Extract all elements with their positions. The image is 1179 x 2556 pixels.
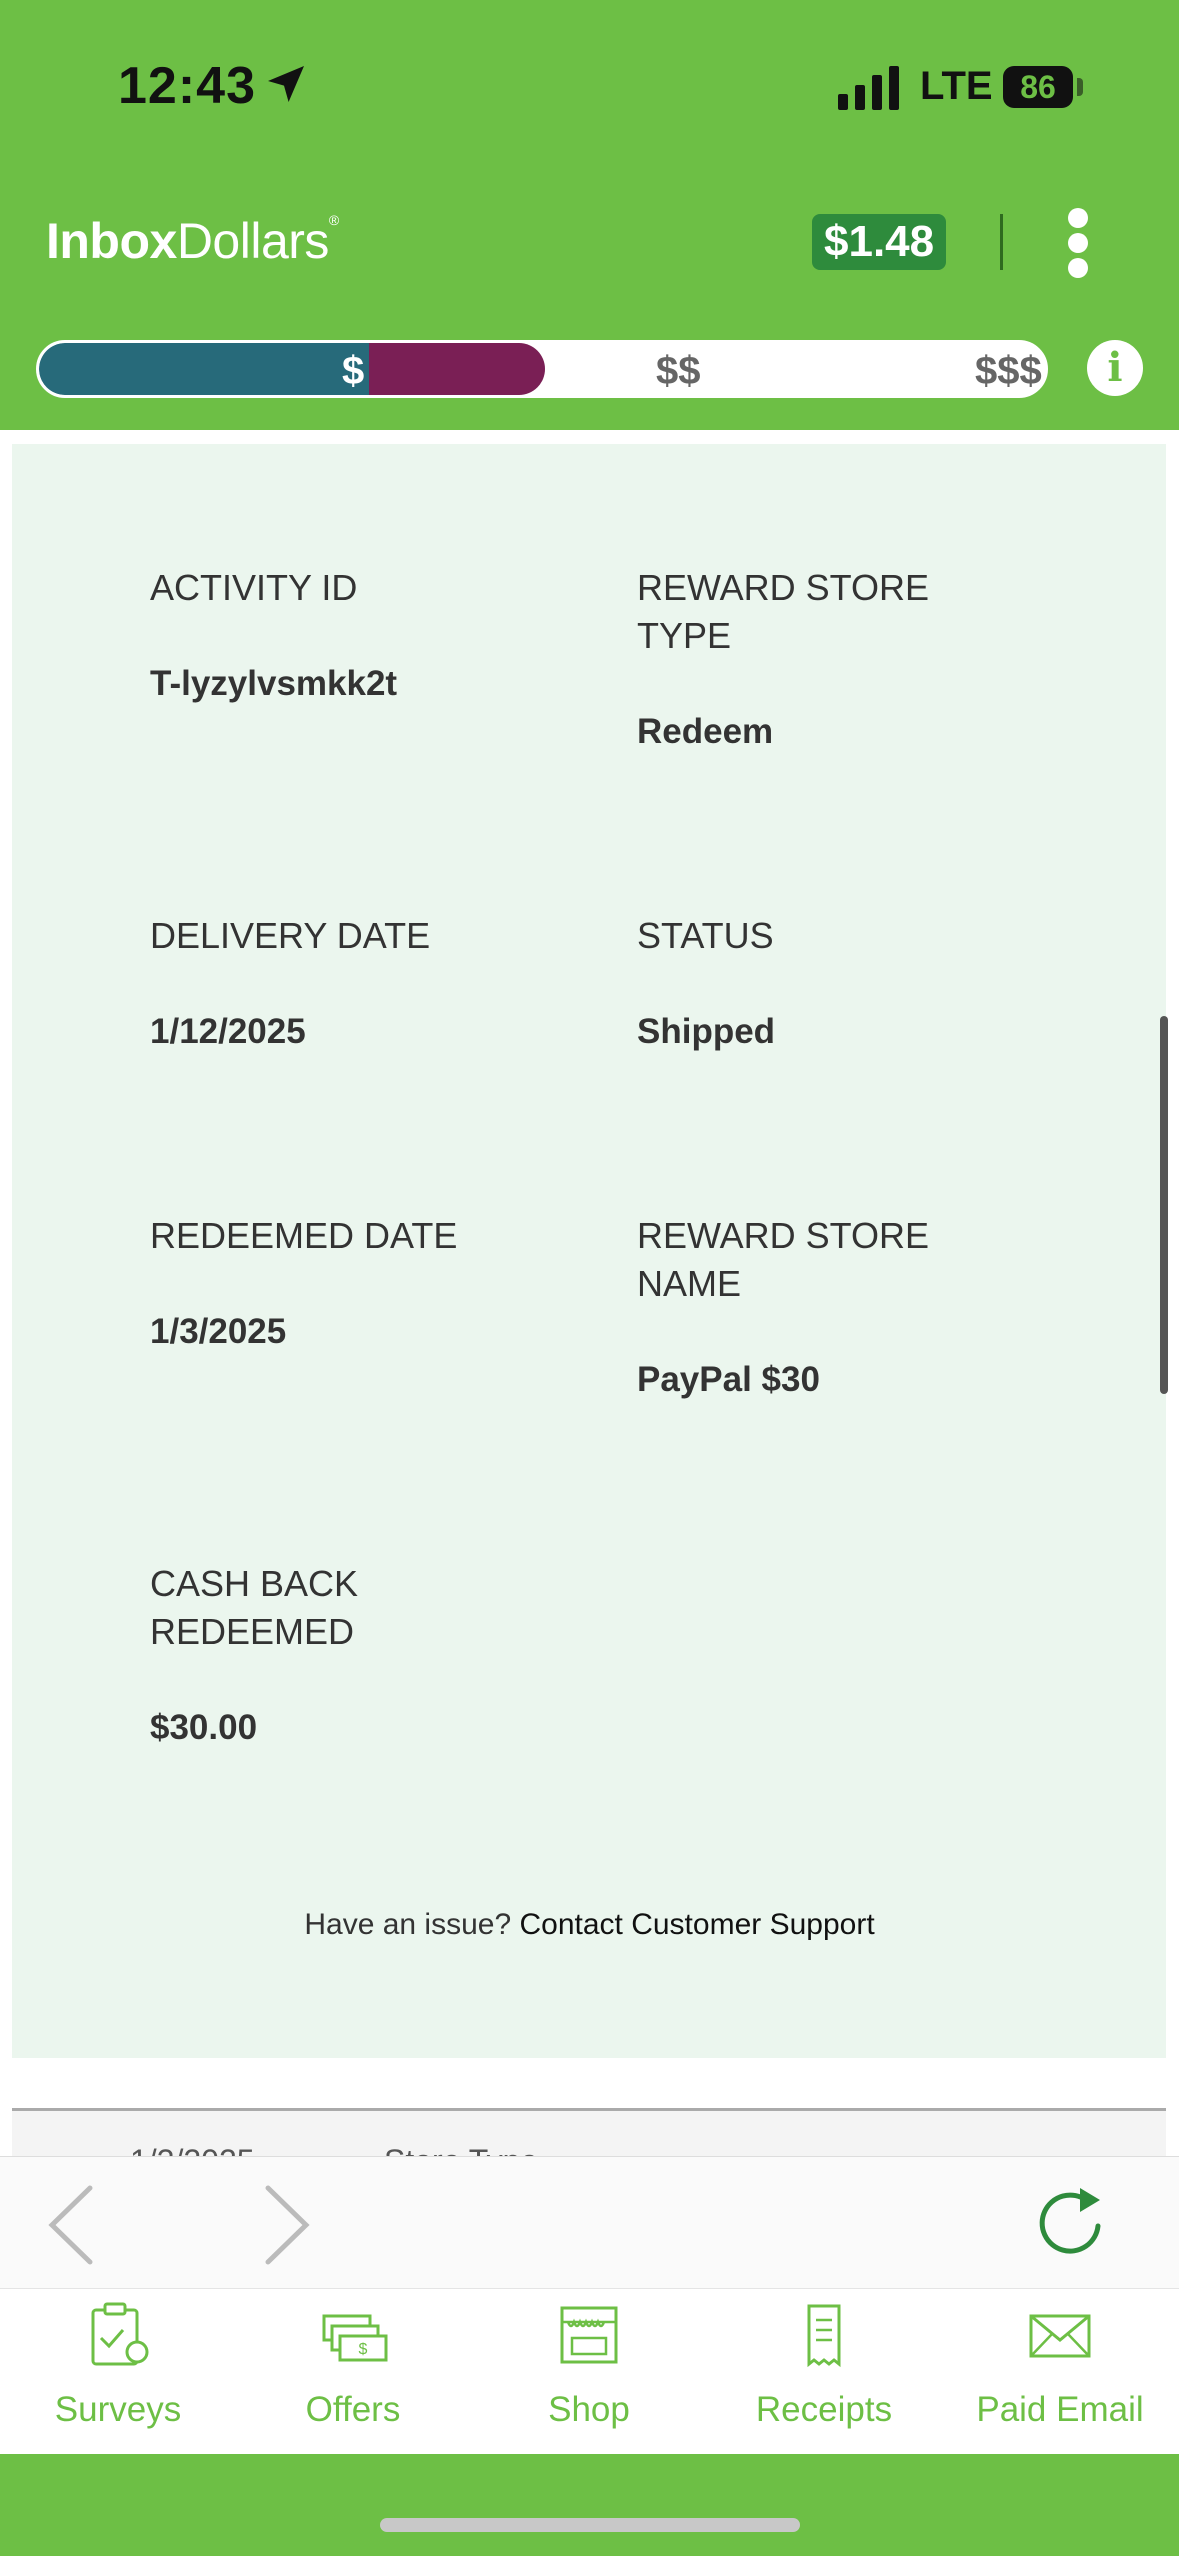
home-indicator[interactable]	[380, 2518, 800, 2532]
tab-label-shop: Shop	[548, 2390, 630, 2429]
battery-nub	[1077, 78, 1083, 96]
status-label: STATUS	[637, 915, 774, 956]
tab-surveys[interactable]: Surveys	[0, 2300, 236, 2430]
cash-stack-icon: $	[322, 2314, 388, 2362]
tab-label-surveys: Surveys	[54, 2390, 182, 2429]
refresh-icon[interactable]	[1034, 2180, 1108, 2264]
earnings-progress-bar[interactable]: $ $$ $$$	[36, 340, 1048, 398]
progress-tier-3: $$$	[975, 349, 1042, 393]
delivery-date-label: DELIVERY DATE	[150, 915, 431, 956]
clipboard-check-icon	[91, 2302, 149, 2366]
cellular-signal-icon	[838, 66, 899, 110]
receipt-icon	[807, 2304, 841, 2368]
cash-back-redeemed-label: CASH BACK REDEEMED	[150, 1563, 359, 1652]
battery-icon: 86	[1003, 66, 1073, 108]
cash-back-redeemed-value: $30.00	[150, 1708, 258, 1747]
storefront-icon	[560, 2306, 618, 2364]
support-line: Have an issue? Contact Customer Support	[0, 1908, 1179, 1942]
reward-store-type-label: REWARD STORE TYPE	[637, 567, 930, 656]
progress-fill-plum	[369, 343, 545, 395]
redeemed-date-label: REDEEMED DATE	[150, 1215, 458, 1256]
status-time: 12:43	[118, 57, 256, 115]
redeemed-date-value: 1/3/2025	[150, 1312, 287, 1351]
panel-top-edge	[12, 430, 1166, 444]
home-indicator-area	[0, 2454, 1179, 2556]
info-icon[interactable]: i	[1087, 340, 1143, 396]
progress-tier-1: $	[342, 349, 365, 393]
more-menu-icon[interactable]	[1058, 208, 1098, 278]
forward-arrow-icon[interactable]	[254, 2180, 314, 2270]
delivery-date-value: 1/12/2025	[150, 1012, 306, 1051]
progress-tier-2: $$	[656, 349, 701, 393]
tab-label-paid-email: Paid Email	[976, 2390, 1144, 2429]
progress-fill-teal	[39, 343, 369, 395]
back-arrow-icon[interactable]	[44, 2180, 104, 2270]
tab-label-receipts: Receipts	[755, 2390, 893, 2429]
status-value: Shipped	[637, 1012, 776, 1051]
reward-store-name-value: PayPal $30	[637, 1360, 820, 1399]
contact-support-link[interactable]: Contact Customer Support	[519, 1908, 874, 1941]
tab-shop[interactable]: Shop	[471, 2300, 707, 2430]
balance-badge[interactable]: $1.48	[812, 214, 947, 270]
reward-store-name-label: REWARD STORE NAME	[637, 1215, 930, 1304]
inboxdollars-logo[interactable]: InboxDollars®	[46, 212, 339, 270]
location-arrow-icon	[268, 66, 304, 102]
tab-paid-email[interactable]: Paid Email	[942, 2300, 1178, 2430]
next-activity-row[interactable]: 1/3/2025 Store Type	[12, 2111, 1166, 2156]
browser-nav-bar	[0, 2156, 1179, 2289]
svg-text:$: $	[359, 2341, 368, 2358]
activity-id-value: T-lyzylvsmkk2t	[150, 664, 398, 703]
tab-receipts[interactable]: Receipts	[706, 2300, 942, 2430]
activity-id-label: ACTIVITY ID	[150, 567, 358, 608]
network-type: LTE	[920, 64, 993, 108]
next-row-date: 1/3/2025	[130, 2143, 255, 2156]
tab-offers[interactable]: $ Offers	[235, 2300, 471, 2430]
reward-store-type-value: Redeem	[637, 712, 774, 751]
next-row-type: Store Type	[384, 2143, 538, 2156]
envelope-icon	[1029, 2314, 1091, 2358]
tab-label-offers: Offers	[305, 2390, 401, 2429]
header-divider	[1000, 214, 1003, 270]
scrollbar[interactable]	[1160, 1016, 1168, 1394]
support-prefix: Have an issue?	[304, 1908, 520, 1941]
